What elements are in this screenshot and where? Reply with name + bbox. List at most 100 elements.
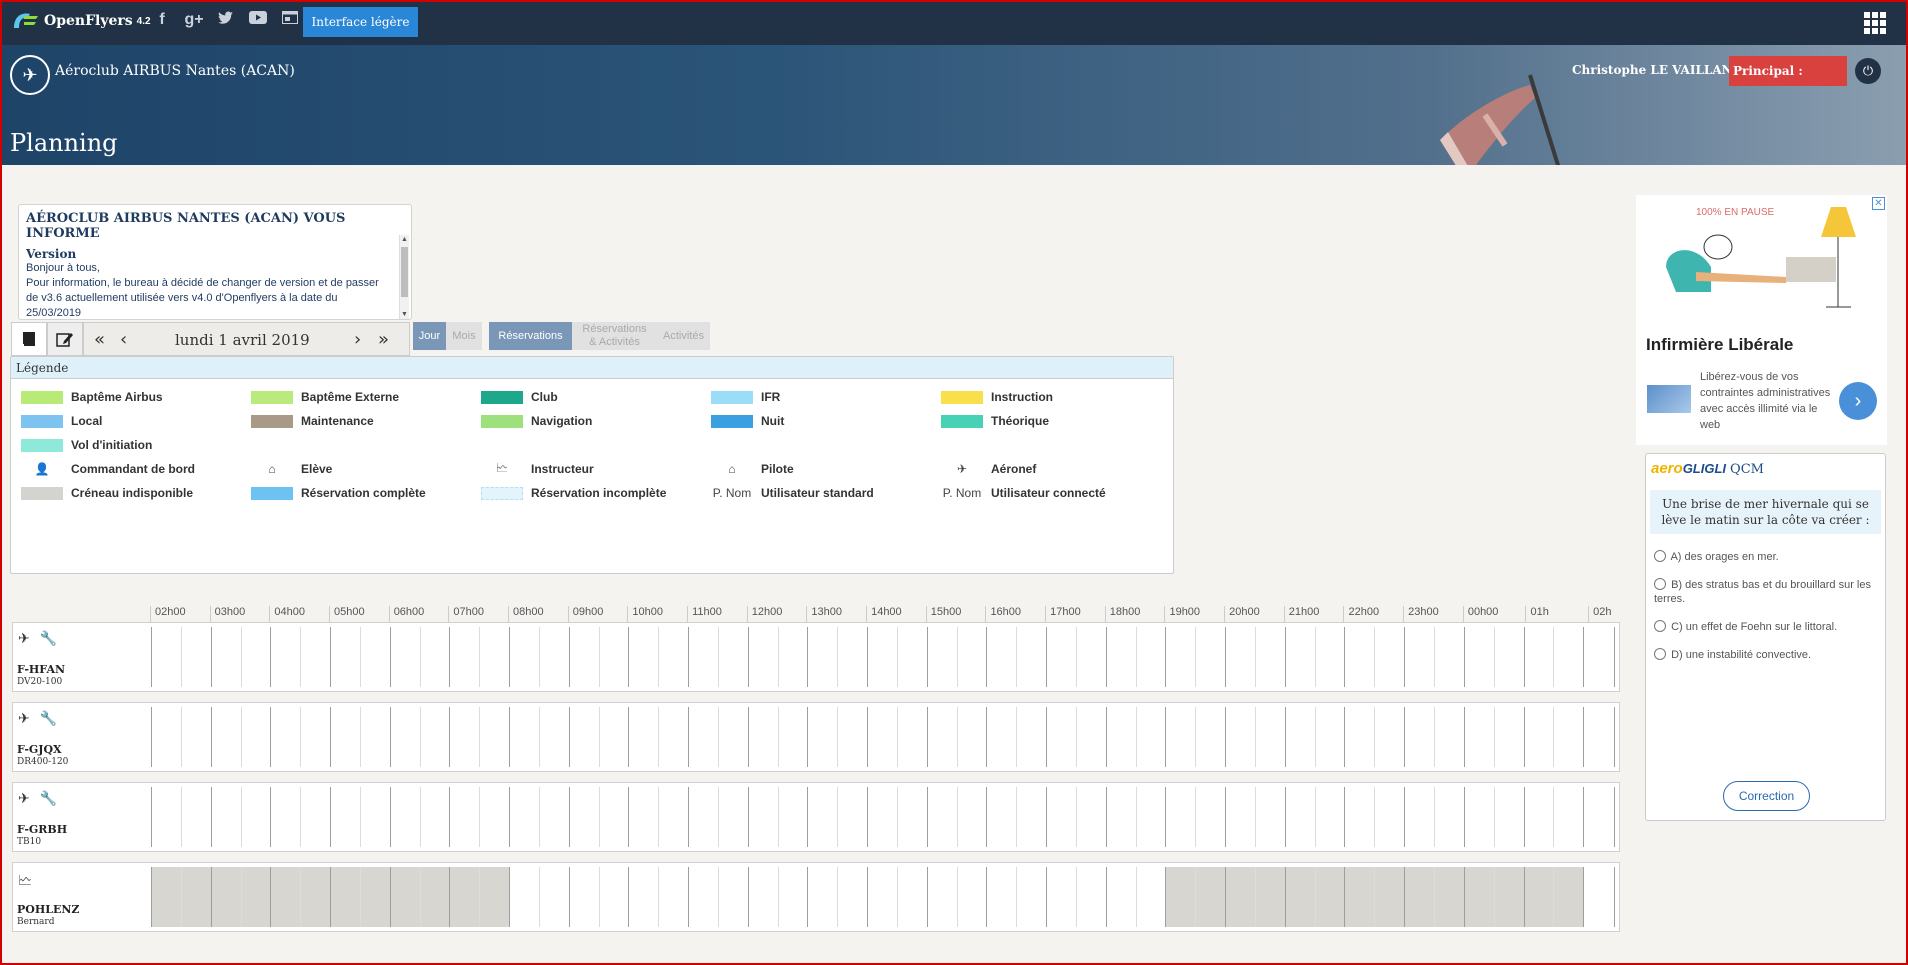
apps-grid-icon[interactable] xyxy=(1864,12,1886,34)
tab-planning-book[interactable] xyxy=(11,322,47,356)
ad-image-caption: 100% EN PAUSE xyxy=(1696,207,1775,218)
grid-line xyxy=(628,867,630,927)
hour-label: 23h00 xyxy=(1403,606,1439,622)
prev-week-icon[interactable]: « xyxy=(94,329,105,350)
planning-row[interactable]: ✈ 🔧 F-HFAN DV20-100 xyxy=(12,622,1620,692)
wrench-icon[interactable]: 🔧 xyxy=(40,710,57,727)
legend-item: ⌂ Pilote xyxy=(711,457,941,481)
wrench-icon[interactable]: 🔧 xyxy=(40,630,57,647)
row-timeline[interactable] xyxy=(151,867,1616,927)
club-info-box: AÉROCLUB AIRBUS NANTES (ACAN) VOUS INFOR… xyxy=(18,204,412,320)
legend-label: Utilisateur connecté xyxy=(991,486,1106,500)
qcm-option-c[interactable]: C) un effet de Foehn sur le littoral. xyxy=(1654,620,1882,634)
grid-line xyxy=(479,627,481,687)
aerogligli-logo[interactable]: aeroGLIGLI QCM xyxy=(1651,460,1764,477)
legend-label: Commandant de bord xyxy=(71,462,196,476)
filter-reservations-button[interactable]: Réservations xyxy=(489,322,572,350)
legend-label: Créneau indisponible xyxy=(71,486,194,500)
prev-day-icon[interactable]: ‹ xyxy=(120,329,127,350)
view-mois-button[interactable]: Mois xyxy=(446,322,482,350)
scroll-thumb[interactable] xyxy=(401,247,408,297)
info-subtitle: Version xyxy=(26,247,77,261)
plane-icon: ✈ xyxy=(18,630,30,646)
light-interface-button[interactable]: Interface légère xyxy=(303,7,418,37)
filter-res-activites-button[interactable]: Réservations & Activités xyxy=(572,322,657,350)
scroll-down-icon[interactable]: ▼ xyxy=(401,311,408,318)
grid-line xyxy=(1075,627,1077,687)
grid-line xyxy=(1493,707,1495,767)
current-date[interactable]: lundi 1 avril 2019 xyxy=(175,331,310,349)
legend-item: Baptême Externe xyxy=(251,385,481,409)
grid-line xyxy=(1135,707,1137,767)
radio-icon[interactable] xyxy=(1654,578,1666,590)
youtube-icon[interactable] xyxy=(248,11,268,30)
legend-item: P. Nom Utilisateur standard xyxy=(711,481,941,505)
ad-chevron-right-icon[interactable]: › xyxy=(1839,382,1877,420)
row-name[interactable]: POHLENZ xyxy=(17,903,79,916)
info-scrollbar[interactable]: ▲ ▼ xyxy=(399,235,409,319)
logout-power-icon[interactable]: ⏻ xyxy=(1855,58,1881,84)
principal-profile-select[interactable]: Principal : xyxy=(1729,56,1847,86)
radio-icon[interactable] xyxy=(1654,550,1666,562)
grid-line xyxy=(419,787,421,847)
planning-row[interactable]: ✈ 🔧 F-GJQX DR400-120 xyxy=(12,702,1620,772)
row-header[interactable]: ✈ 🔧 F-GJQX DR400-120 xyxy=(13,703,148,771)
filter-activites-button[interactable]: Activités xyxy=(657,322,710,350)
planning-row[interactable]: 🗠 POHLENZ Bernard xyxy=(12,862,1620,932)
facebook-icon[interactable]: f xyxy=(152,11,172,30)
row-subtitle: DV20-100 xyxy=(17,677,63,687)
wrench-icon[interactable]: 🔧 xyxy=(40,790,57,807)
row-timeline[interactable] xyxy=(151,787,1616,847)
openflyers-logo[interactable]: OpenFlyers 4.2 xyxy=(10,10,151,32)
grid-line xyxy=(479,867,481,927)
radio-icon[interactable] xyxy=(1654,620,1666,632)
legend-spacer xyxy=(481,433,711,457)
google-plus-icon[interactable]: g+ xyxy=(184,11,204,30)
row-header[interactable]: ✈ 🔧 F-GRBH TB10 xyxy=(13,783,148,851)
grid-line xyxy=(1135,627,1137,687)
grid-line xyxy=(1583,707,1585,767)
row-name[interactable]: F-HFAN xyxy=(17,663,65,676)
grid-line xyxy=(1344,787,1346,847)
qcm-correction-button[interactable]: Correction xyxy=(1723,781,1810,811)
grid-line xyxy=(1314,787,1316,847)
row-icons: ✈ 🔧 xyxy=(18,790,57,807)
grid-line xyxy=(1254,627,1256,687)
planning-row[interactable]: ✈ 🔧 F-GRBH TB10 xyxy=(12,782,1620,852)
radio-icon[interactable] xyxy=(1654,648,1666,660)
row-timeline[interactable] xyxy=(151,627,1616,687)
next-week-icon[interactable]: » xyxy=(378,329,389,350)
user-name[interactable]: Christophe LE VAILLANT xyxy=(1572,63,1742,77)
row-name[interactable]: F-GRBH xyxy=(17,823,67,836)
hour-label: 01h xyxy=(1525,606,1549,622)
row-header[interactable]: ✈ 🔧 F-HFAN DV20-100 xyxy=(13,623,148,691)
next-day-icon[interactable]: › xyxy=(354,329,361,350)
tab-edit[interactable] xyxy=(47,322,83,356)
ad-banner[interactable]: ✕ 100% EN PAUSE Infirmière Libérale Libé… xyxy=(1636,195,1887,445)
scroll-up-icon[interactable]: ▲ xyxy=(401,236,408,243)
twitter-icon[interactable] xyxy=(216,11,236,30)
grid-line xyxy=(1583,867,1585,927)
hour-label: 06h00 xyxy=(388,606,424,622)
qcm-option-a[interactable]: A) des orages en mer. xyxy=(1654,550,1882,564)
qcm-option-b[interactable]: B) des stratus bas et du brouillard sur … xyxy=(1654,578,1882,606)
legend-item: Club xyxy=(481,385,711,409)
date-navigator: « ‹ lundi 1 avril 2019 › » xyxy=(83,322,410,356)
row-header[interactable]: 🗠 POHLENZ Bernard xyxy=(13,863,148,931)
grid-line xyxy=(180,867,182,927)
grid-line xyxy=(270,867,272,927)
view-jour-button[interactable]: Jour xyxy=(413,322,446,350)
grid-line xyxy=(419,867,421,927)
club-name: Aéroclub AIRBUS Nantes (ACAN) xyxy=(55,63,295,79)
ad-title[interactable]: Infirmière Libérale xyxy=(1646,335,1793,355)
window-icon[interactable] xyxy=(280,11,300,30)
row-name[interactable]: F-GJQX xyxy=(17,743,62,756)
row-timeline[interactable] xyxy=(151,707,1616,767)
grid-line xyxy=(479,787,481,847)
grid-line xyxy=(151,787,152,847)
club-logo-icon[interactable]: ✈ xyxy=(10,55,50,95)
grid-line xyxy=(777,707,779,767)
grid-line xyxy=(1075,707,1077,767)
grid-line xyxy=(986,627,988,687)
qcm-option-d[interactable]: D) une instabilité convective. xyxy=(1654,648,1882,662)
